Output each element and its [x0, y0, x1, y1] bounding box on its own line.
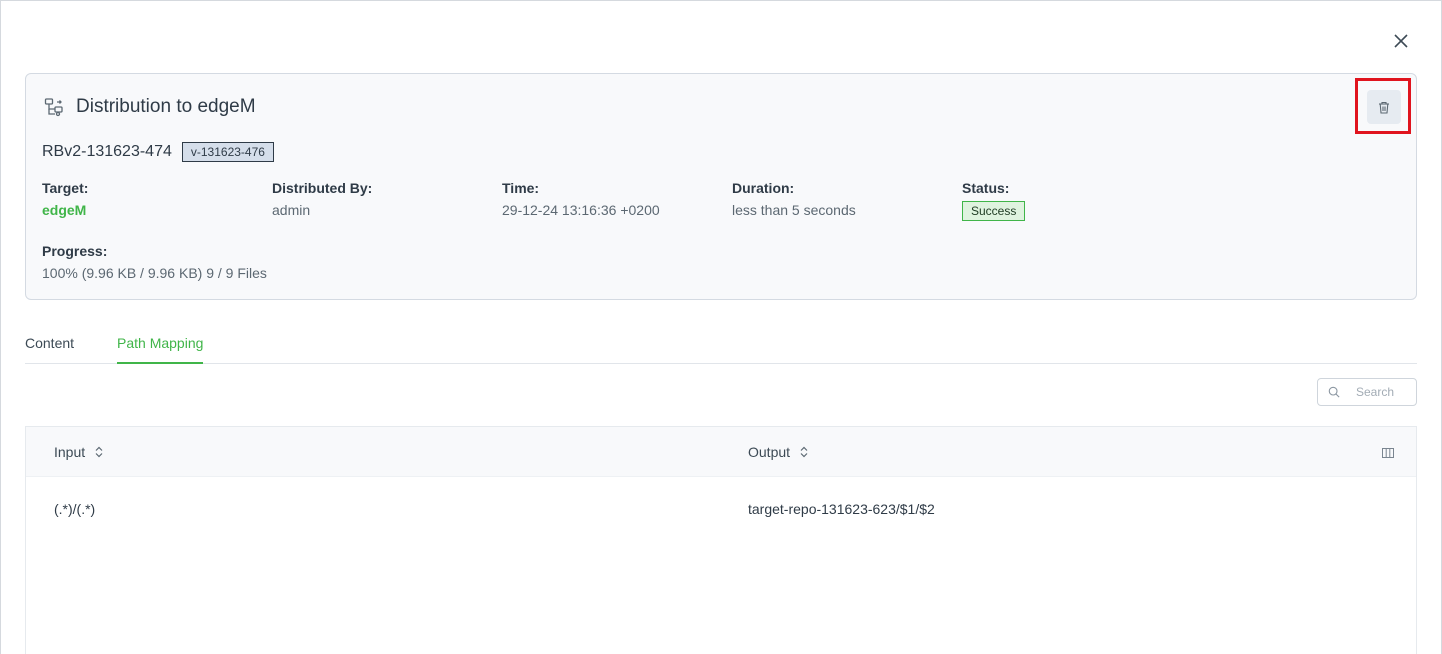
progress-label: Progress:	[42, 243, 108, 259]
duration-label: Duration:	[732, 180, 795, 196]
time-label: Time:	[502, 180, 540, 196]
field-target: Target: edgeM	[42, 180, 88, 218]
duration-value: less than 5 seconds	[732, 202, 856, 218]
distribution-card: Distribution to edgeM RBv2-131623-474 v-…	[25, 73, 1417, 300]
target-label: Target:	[42, 180, 89, 196]
card-header: Distribution to edgeM	[44, 96, 256, 118]
distributed-by-value: admin	[272, 202, 311, 218]
tab-content[interactable]: Content	[25, 335, 74, 364]
column-header-input[interactable]: Input	[54, 444, 103, 460]
cell-output: target-repo-131623-623/$1/$2	[748, 501, 935, 517]
tab-bar: Content Path Mapping	[25, 330, 1417, 364]
time-value: 29-12-24 13:16:36 +0200	[502, 202, 660, 218]
column-header-output[interactable]: Output	[748, 444, 808, 460]
status-badge: Success	[962, 201, 1026, 221]
bundle-name: RBv2-131623-474	[42, 143, 172, 160]
sort-icon	[800, 446, 808, 458]
distribution-icon	[44, 96, 66, 118]
column-header-input-label: Input	[54, 444, 86, 460]
field-progress: Progress: 100% (9.96 KB / 9.96 KB) 9 / 9…	[42, 243, 267, 281]
card-title: Distribution to edgeM	[76, 96, 256, 117]
progress-value: 100% (9.96 KB / 9.96 KB) 9 / 9 Files	[42, 265, 267, 281]
cell-input: (.*)/(.*)	[54, 501, 96, 517]
table-header: Input Output	[26, 427, 1416, 477]
version-badge: v-131623-476	[181, 142, 274, 162]
field-status: Status: Success	[962, 180, 1026, 221]
tab-path-mapping[interactable]: Path Mapping	[117, 335, 204, 364]
path-mapping-table: Input Output (.*)/(.*) target-repo-13162…	[25, 426, 1417, 654]
close-button[interactable]	[1388, 28, 1414, 54]
distributed-by-label: Distributed By:	[272, 180, 373, 196]
field-distributed-by: Distributed By: admin	[272, 180, 372, 218]
target-link[interactable]: edgeM	[42, 202, 88, 218]
trash-icon	[1379, 101, 1389, 114]
columns-icon	[1382, 448, 1394, 458]
bundle-row: RBv2-131623-474 v-131623-476	[42, 142, 274, 162]
column-header-output-label: Output	[748, 444, 791, 460]
field-duration: Duration: less than 5 seconds	[732, 180, 856, 218]
delete-button[interactable]	[1367, 90, 1401, 124]
column-settings-button[interactable]	[1382, 445, 1394, 463]
search-icon	[1328, 386, 1340, 398]
search-input[interactable]	[1356, 385, 1416, 399]
field-time: Time: 29-12-24 13:16:36 +0200	[502, 180, 660, 218]
sort-icon	[95, 446, 103, 458]
status-label: Status:	[962, 180, 1010, 196]
close-icon	[1394, 34, 1408, 48]
search-box	[1317, 378, 1417, 406]
